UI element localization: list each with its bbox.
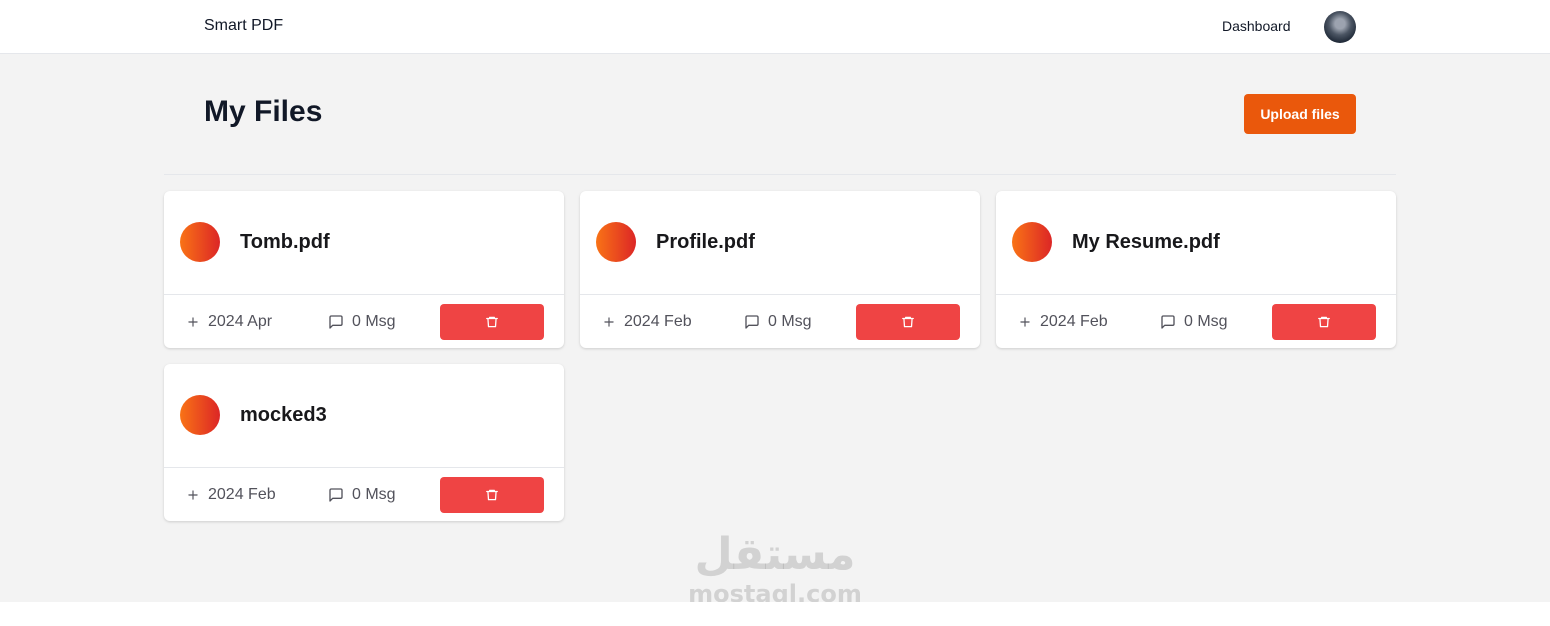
file-date-text: 2024 Feb xyxy=(208,486,276,503)
watermark: مستقل mostaql.com xyxy=(650,529,900,609)
file-messages-text: 0 Msg xyxy=(352,486,396,503)
file-date: 2024 Feb xyxy=(602,313,692,331)
file-date-text: 2024 Feb xyxy=(624,313,692,330)
brand-logo-link[interactable]: Smart PDF xyxy=(204,17,283,35)
file-messages-text: 0 Msg xyxy=(1184,313,1228,330)
file-card-header: Profile.pdf xyxy=(580,191,980,295)
file-date: 2024 Apr xyxy=(186,313,272,331)
nav-link-dashboard[interactable]: Dashboard xyxy=(1222,18,1291,34)
file-avatar-dot xyxy=(180,222,220,262)
file-date-text: 2024 Feb xyxy=(1040,313,1108,330)
file-card-header: My Resume.pdf xyxy=(996,191,1396,295)
delete-file-button[interactable] xyxy=(440,477,544,513)
file-avatar-dot xyxy=(1012,222,1052,262)
file-card[interactable]: mocked3 2024 Feb 0 Msg xyxy=(164,364,564,521)
header-divider xyxy=(164,174,1396,175)
trash-icon xyxy=(486,489,498,501)
upload-files-button[interactable]: Upload files xyxy=(1244,94,1356,134)
file-messages: 0 Msg xyxy=(1160,313,1228,331)
file-messages: 0 Msg xyxy=(328,313,396,331)
plus-icon xyxy=(604,317,614,327)
trash-icon xyxy=(486,316,498,328)
file-avatar-dot xyxy=(596,222,636,262)
file-card-header: mocked3 xyxy=(164,364,564,468)
plus-icon xyxy=(188,490,198,500)
file-name: My Resume.pdf xyxy=(1072,231,1220,253)
message-square-icon xyxy=(329,315,343,329)
delete-file-button[interactable] xyxy=(856,304,960,340)
message-square-icon xyxy=(329,488,343,502)
file-name: Tomb.pdf xyxy=(240,231,330,253)
file-card[interactable]: My Resume.pdf 2024 Feb 0 Msg xyxy=(996,191,1396,348)
delete-file-button[interactable] xyxy=(440,304,544,340)
file-messages: 0 Msg xyxy=(744,313,812,331)
trash-icon xyxy=(1318,316,1330,328)
file-date: 2024 Feb xyxy=(1018,313,1108,331)
file-card[interactable]: Tomb.pdf 2024 Apr 0 Msg xyxy=(164,191,564,348)
file-avatar-dot xyxy=(180,395,220,435)
plus-icon xyxy=(1020,317,1030,327)
top-navbar: Smart PDF Dashboard xyxy=(0,0,1550,54)
page-title: My Files xyxy=(204,95,323,128)
file-card-header: Tomb.pdf xyxy=(164,191,564,295)
file-messages-text: 0 Msg xyxy=(352,313,396,330)
file-messages: 0 Msg xyxy=(328,486,396,504)
file-name: Profile.pdf xyxy=(656,231,755,253)
message-square-icon xyxy=(1161,315,1175,329)
file-date-text: 2024 Apr xyxy=(208,313,273,330)
bottom-strip xyxy=(0,602,1550,626)
file-date: 2024 Feb xyxy=(186,486,276,504)
watermark-arabic: مستقل xyxy=(694,529,856,580)
message-square-icon xyxy=(745,315,759,329)
file-messages-text: 0 Msg xyxy=(768,313,812,330)
trash-icon xyxy=(902,316,914,328)
file-name: mocked3 xyxy=(240,404,327,426)
user-avatar[interactable] xyxy=(1324,11,1356,43)
plus-icon xyxy=(188,317,198,327)
file-card[interactable]: Profile.pdf 2024 Feb 0 Msg xyxy=(580,191,980,348)
delete-file-button[interactable] xyxy=(1272,304,1376,340)
